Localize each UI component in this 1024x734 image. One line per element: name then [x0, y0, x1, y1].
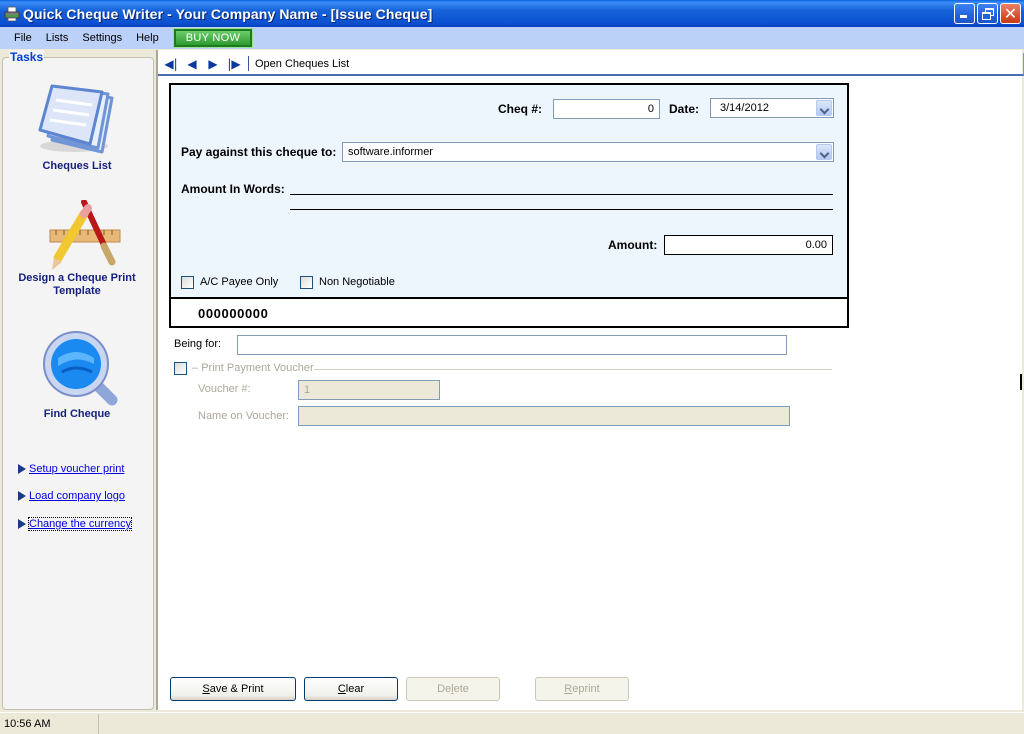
payee-combobox[interactable]: software.informer	[342, 142, 834, 162]
tasks-panel: Tasks Cheques List Design a Cheque Print…	[2, 50, 154, 710]
ac-payee-label[interactable]: A/C Payee Only	[200, 276, 278, 288]
restore-button[interactable]	[977, 3, 998, 24]
amount-words-line-2	[290, 209, 833, 210]
reprint-button[interactable]: Reprint	[535, 677, 629, 701]
being-for-input[interactable]	[237, 335, 787, 355]
amount-input[interactable]: 0.00	[664, 235, 833, 255]
arrow-right-icon	[18, 491, 26, 501]
tasks-title: Tasks	[9, 50, 45, 64]
micr-band: 000000000	[171, 297, 847, 326]
printer-app-icon	[4, 6, 20, 22]
arrow-right-icon	[18, 464, 26, 474]
voucher-group-divider	[314, 369, 832, 370]
amount-words-label: Amount In Words:	[181, 182, 285, 196]
chevron-down-icon[interactable]	[816, 144, 832, 160]
date-value: 3/14/2012	[720, 102, 769, 114]
name-on-voucher-input[interactable]	[298, 406, 790, 426]
task-label: Cheques List	[42, 160, 112, 172]
first-record-button[interactable]: ◀|	[163, 58, 179, 70]
change-currency-link[interactable]: Change the currency	[27, 517, 133, 531]
magnifier-icon	[32, 328, 122, 408]
non-negotiable-label[interactable]: Non Negotiable	[319, 276, 395, 288]
mouse-cursor	[1020, 374, 1023, 390]
next-record-button[interactable]: ▶	[205, 58, 221, 70]
payee-label: Pay against this cheque to:	[181, 145, 337, 159]
amount-label: Amount:	[608, 238, 658, 252]
minimize-button[interactable]	[954, 3, 975, 24]
last-record-button[interactable]: |▶	[226, 58, 242, 70]
cheq-no-label: Cheq #:	[498, 102, 543, 116]
voucher-no-label: Voucher #:	[198, 383, 251, 395]
task-label: Design a Cheque Print Template	[18, 272, 136, 297]
chevron-down-icon[interactable]	[816, 100, 832, 116]
task-label: Find Cheque	[43, 408, 111, 420]
payee-value: software.informer	[348, 146, 433, 158]
previous-record-button[interactable]: ◀	[184, 58, 200, 70]
task-find-cheque[interactable]: Find Cheque	[2, 328, 152, 421]
print-voucher-label[interactable]: – Print Payment Voucher	[192, 362, 314, 374]
delete-button[interactable]: Delete	[406, 677, 500, 701]
task-cheques-list[interactable]: Cheques List	[2, 82, 152, 173]
arrow-right-icon	[18, 519, 26, 529]
micr-number: 000000000	[198, 306, 269, 321]
status-time: 10:56 AM	[0, 713, 99, 734]
task-design-template[interactable]: Design a Cheque Print Template	[2, 199, 152, 298]
menu-bar: File Lists Settings Help BUY NOW	[0, 27, 1024, 49]
voucher-no-input[interactable]: 1	[298, 380, 440, 400]
documents-icon	[32, 82, 122, 160]
date-picker[interactable]: 3/14/2012	[710, 98, 834, 118]
amount-words-line-1	[290, 194, 833, 195]
minimize-icon	[960, 15, 967, 18]
design-tools-icon	[32, 199, 122, 272]
menu-lists[interactable]: Lists	[39, 27, 76, 49]
setup-voucher-print-link[interactable]: Setup voucher print	[29, 463, 124, 475]
non-negotiable-checkbox[interactable]	[300, 276, 313, 289]
date-label: Date:	[669, 102, 700, 116]
close-icon: ✕	[1003, 3, 1018, 23]
issue-cheque-panel: ◀| ◀ ▶ |▶ Open Cheques List Cheq #: 0 Da…	[156, 50, 1024, 710]
menu-settings[interactable]: Settings	[75, 27, 129, 49]
title-bar: Quick Cheque Writer - Your Company Name …	[0, 0, 1024, 27]
load-company-logo-link[interactable]: Load company logo	[29, 490, 125, 502]
menu-help[interactable]: Help	[129, 27, 166, 49]
buy-now-button[interactable]: BUY NOW	[172, 28, 254, 48]
name-on-voucher-label: Name on Voucher:	[198, 410, 290, 422]
clear-button[interactable]: Clear	[304, 677, 398, 701]
save-print-button[interactable]: Save & Print	[170, 677, 296, 701]
close-button[interactable]: ✕	[1000, 3, 1021, 24]
menu-file[interactable]: File	[7, 27, 39, 49]
record-navigator: ◀| ◀ ▶ |▶ Open Cheques List	[158, 53, 1024, 76]
being-for-label: Being for:	[174, 338, 222, 350]
ac-payee-checkbox[interactable]	[181, 276, 194, 289]
status-bar: 10:56 AM	[0, 712, 1024, 734]
cheque-form: Cheq #: 0 Date: 3/14/2012 Pay against th…	[169, 83, 849, 328]
print-voucher-checkbox[interactable]	[174, 362, 187, 375]
cheq-no-input[interactable]: 0	[553, 99, 660, 119]
window-title: Quick Cheque Writer - Your Company Name …	[23, 5, 433, 22]
open-cheques-list-link[interactable]: Open Cheques List	[255, 58, 349, 70]
